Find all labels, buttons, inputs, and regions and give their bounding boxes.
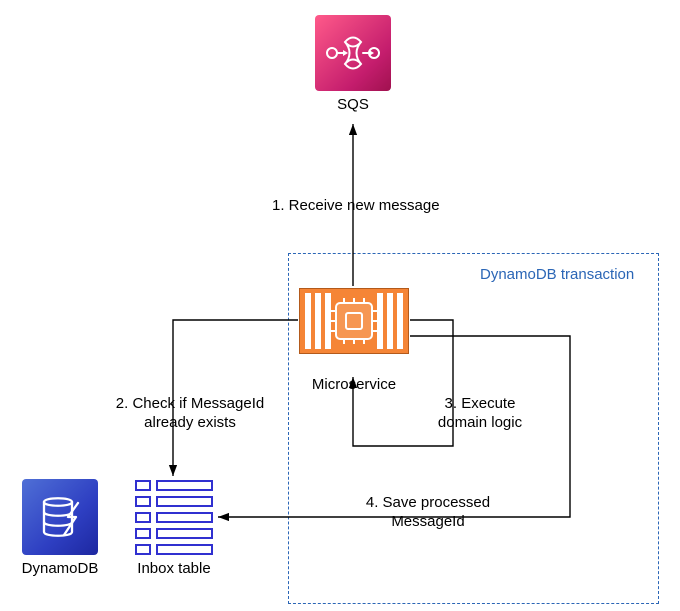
inbox-table-label: Inbox table xyxy=(128,560,220,577)
sqs-icon xyxy=(315,15,391,91)
step-4-line1: 4. Save processed xyxy=(348,494,508,513)
step-3-label: 3. Execute domain logic xyxy=(420,395,540,433)
step-2-label: 2. Check if MessageId already exists xyxy=(100,395,280,433)
step-3-line2: domain logic xyxy=(420,414,540,433)
sqs-label: SQS xyxy=(315,96,391,113)
step-4-label: 4. Save processed MessageId xyxy=(348,494,508,532)
microservice-label: Microservice xyxy=(299,376,409,393)
inbox-table-icon xyxy=(135,480,213,555)
step-3-line1: 3. Execute xyxy=(420,395,540,414)
step-2-line2: already exists xyxy=(100,414,280,433)
step-1-label: 1. Receive new message xyxy=(272,197,440,214)
step-4-line2: MessageId xyxy=(348,513,508,532)
dynamodb-icon xyxy=(22,479,98,555)
transaction-label: DynamoDB transaction xyxy=(480,266,634,283)
dynamodb-label: DynamoDB xyxy=(10,560,110,577)
microservice-icon xyxy=(299,288,409,354)
step-2-line1: 2. Check if MessageId xyxy=(100,395,280,414)
